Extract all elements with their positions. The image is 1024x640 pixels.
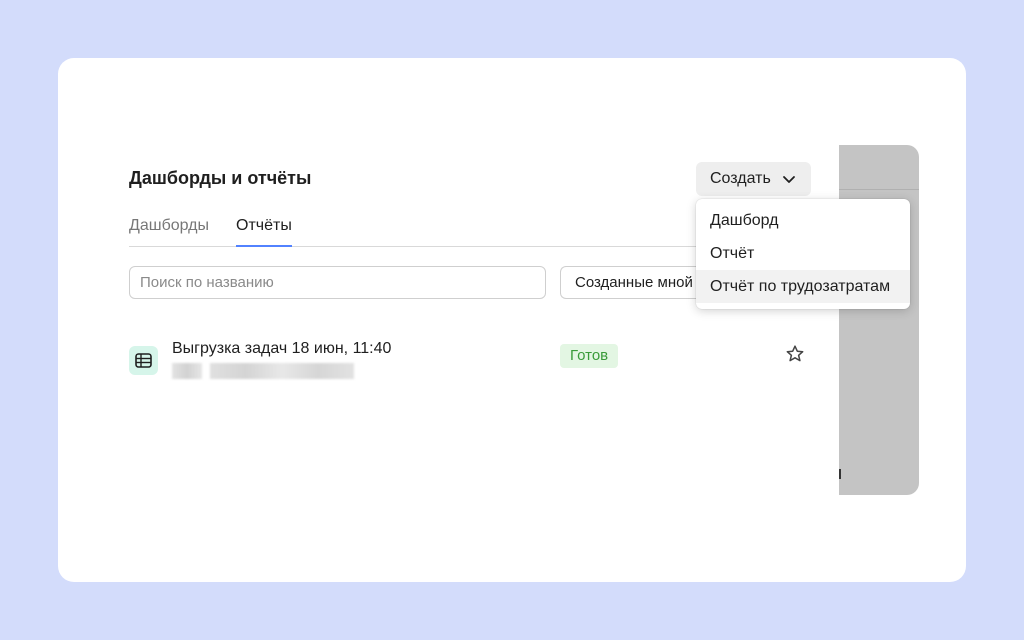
side-panel [839, 145, 919, 495]
menu-item-dashboard[interactable]: Дашборд [696, 204, 910, 237]
create-button[interactable]: Создать [696, 162, 811, 196]
chevron-down-icon [783, 176, 795, 183]
create-button-label: Создать [710, 170, 771, 187]
search-input[interactable] [129, 266, 546, 299]
panel-scroll-mark [839, 469, 841, 479]
blurred-author [210, 363, 354, 379]
report-title[interactable]: Выгрузка задач 18 июн, 11:40 [172, 340, 391, 358]
panel-divider [839, 189, 919, 190]
main-card: Дашборды и отчёты Создать Дашборды Отчёт… [58, 58, 966, 582]
table-icon [129, 346, 158, 375]
report-row[interactable]: Выгрузка задач 18 июн, 11:40 Готов [129, 336, 809, 386]
page-title: Дашборды и отчёты [129, 168, 312, 188]
create-menu: Дашборд Отчёт Отчёт по трудозатратам [696, 199, 910, 309]
tab-reports[interactable]: Отчёты [236, 217, 292, 247]
table-icon-glyph [135, 353, 152, 368]
star-icon[interactable] [785, 344, 805, 364]
menu-item-report[interactable]: Отчёт [696, 237, 910, 270]
tab-bar: Дашборды Отчёты [129, 210, 699, 247]
tab-dashboards[interactable]: Дашборды [129, 217, 209, 245]
blurred-avatar [172, 363, 202, 379]
status-badge: Готов [560, 344, 619, 368]
menu-item-timesheet-report[interactable]: Отчёт по трудозатратам [696, 270, 910, 303]
report-meta-blurred [172, 363, 354, 379]
